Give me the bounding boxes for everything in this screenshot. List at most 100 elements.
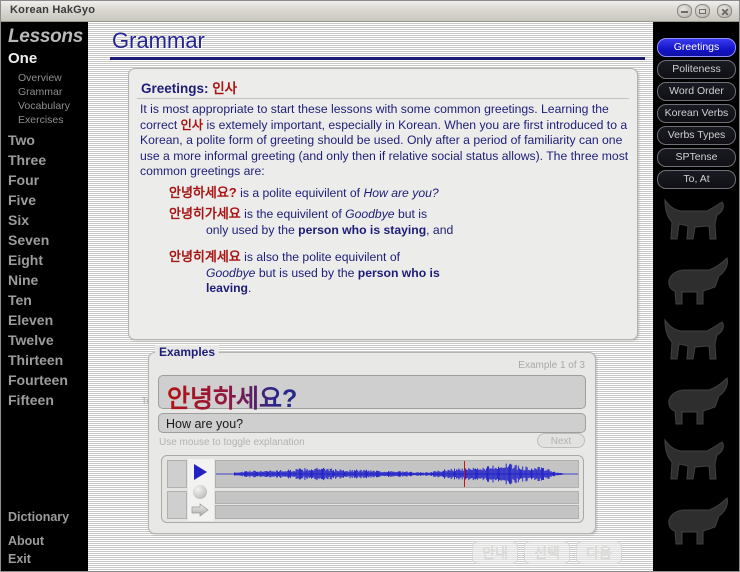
sidebar-item-lesson-ten[interactable]: Ten xyxy=(8,292,32,308)
grammar-heading-en: Greetings: xyxy=(141,81,213,96)
sidebar-item-lesson-six[interactable]: Six xyxy=(8,212,29,228)
grammar-example-2-italic: Goodbye xyxy=(345,207,395,221)
sidebar-item-lesson-thirteen[interactable]: Thirteen xyxy=(8,352,63,368)
waveform-track-2[interactable] xyxy=(215,491,579,504)
fast-forward-icon[interactable] xyxy=(191,503,209,517)
sidebar-subitem-grammar[interactable]: Grammar xyxy=(18,86,62,98)
grammar-example-2-line2-before: only used by the xyxy=(206,222,299,237)
grammar-heading: Greetings: 인사 xyxy=(141,77,237,97)
sidebar-item-lesson-eight[interactable]: Eight xyxy=(8,252,43,268)
example-counter: Example 1 of 3 xyxy=(518,360,585,371)
examples-panel: Example 1 of 3 안녕하세요? How are you? Use m… xyxy=(148,352,596,534)
page-title: Grammar xyxy=(112,28,205,53)
grammar-example-2-line2: only used by the person who is staying, … xyxy=(169,223,629,239)
nav-button-word-order[interactable]: Word Order xyxy=(657,82,736,101)
left-sidebar: Lessons One Overview Grammar Vocabulary … xyxy=(0,22,88,572)
grammar-example-1-korean: 안녕하세요? xyxy=(169,185,237,200)
grammar-example-2-line2-after: , and xyxy=(426,222,454,237)
sidebar-subitem-vocabulary[interactable]: Vocabulary xyxy=(18,100,70,112)
grammar-paragraph-part2: is extemely important, especially in Kor… xyxy=(140,117,629,179)
nav-button-korean-verbs[interactable]: Korean Verbs xyxy=(657,104,736,123)
guide-button[interactable]: 안내 xyxy=(472,541,518,564)
select-button[interactable]: 선택 xyxy=(524,541,570,564)
leopard-decoration-icon xyxy=(659,314,733,372)
leopard-decoration-icon xyxy=(659,194,733,252)
waveform-display[interactable] xyxy=(215,460,579,488)
grammar-example-2: 안녕히가세요 is the equivilent of Goodbye but … xyxy=(169,206,629,238)
grammar-example-3-text: is also the polite equivilent of xyxy=(240,250,400,264)
grammar-example-2-after: but is xyxy=(394,207,428,221)
sidebar-item-lesson-twelve[interactable]: Twelve xyxy=(8,332,54,348)
sidebar-item-lesson-three[interactable]: Three xyxy=(8,152,46,168)
grammar-panel: Greetings: 인사 It is most appropriate to … xyxy=(128,68,638,407)
example-korean-box[interactable]: 안녕하세요? xyxy=(158,375,586,413)
next-button[interactable]: 다음 xyxy=(576,541,622,564)
leopard-decoration-icon xyxy=(659,254,733,312)
waveform-graphic xyxy=(216,463,578,485)
sidebar-item-lesson-seven[interactable]: Seven xyxy=(8,232,49,248)
nav-button-sptense[interactable]: SPTense xyxy=(657,148,736,167)
right-nav-panel: Greetings Politeness Word Order Korean V… xyxy=(653,22,740,572)
grammar-heading-divider xyxy=(137,98,629,99)
sidebar-item-lesson-two[interactable]: Two xyxy=(8,132,35,148)
sidebar-item-lesson-one[interactable]: One xyxy=(8,50,37,67)
example-hint-text: Use mouse to toggle explanation xyxy=(159,437,305,448)
grammar-paragraph: It is most appropriate to start these le… xyxy=(140,102,632,180)
nav-button-greetings[interactable]: Greetings xyxy=(657,38,736,57)
close-icon[interactable] xyxy=(717,4,732,18)
nav-button-to-at[interactable]: To, At xyxy=(657,170,736,189)
leopard-decoration-icon xyxy=(659,494,733,552)
sidebar-subitem-exercises[interactable]: Exercises xyxy=(18,114,64,126)
leopard-decoration-icon xyxy=(659,374,733,432)
next-example-button[interactable]: Next xyxy=(537,433,585,448)
sidebar-item-lesson-fifteen[interactable]: Fifteen xyxy=(8,392,54,408)
sidebar-heading: Lessons xyxy=(8,26,83,47)
grammar-example-3-line3-after: . xyxy=(248,281,252,296)
play-icon[interactable] xyxy=(194,464,207,480)
grammar-paragraph-korean: 인사 xyxy=(180,117,204,132)
record-icon[interactable] xyxy=(193,485,207,499)
grammar-example-1-italic: How are you? xyxy=(363,186,439,200)
sidebar-subitem-overview[interactable]: Overview xyxy=(18,72,62,84)
sidebar-item-lesson-four[interactable]: Four xyxy=(8,172,39,188)
grammar-example-2-korean: 안녕히가세요 xyxy=(169,206,241,221)
grammar-example-2-text: is the equivilent of xyxy=(240,207,346,221)
grammar-example-1: 안녕하세요? is a polite equivilent of How are… xyxy=(169,185,629,202)
grammar-example-1-text: is a polite equivilent of xyxy=(236,186,364,200)
sidebar-item-lesson-fourteen[interactable]: Fourteen xyxy=(8,372,68,388)
sidebar-item-exit[interactable]: Exit xyxy=(8,552,31,566)
sidebar-item-lesson-eleven[interactable]: Eleven xyxy=(8,312,53,328)
playhead-marker[interactable] xyxy=(464,461,465,487)
minimize-icon[interactable] xyxy=(677,4,692,18)
example-english-text: How are you? xyxy=(166,416,244,431)
maximize-icon[interactable] xyxy=(695,4,710,18)
sidebar-item-about[interactable]: About xyxy=(8,534,44,548)
grammar-example-3-line2-bold: person who is xyxy=(357,265,440,280)
sidebar-item-lesson-five[interactable]: Five xyxy=(8,192,36,208)
audio-player xyxy=(161,455,584,523)
sidebar-item-lesson-nine[interactable]: Nine xyxy=(8,272,38,288)
example-korean-text: 안녕하세요? xyxy=(167,379,297,415)
examples-panel-label: Examples xyxy=(155,345,220,359)
grammar-example-3-line2: Goodbye but is used by the person who is xyxy=(169,266,629,282)
grammar-heading-kr: 인사 xyxy=(212,81,238,96)
application-window: Korean HakGyo Lessons One Overview Gramm… xyxy=(0,0,740,572)
title-bar: Korean HakGyo xyxy=(0,0,740,22)
window-title: Korean HakGyo xyxy=(10,4,96,16)
title-divider xyxy=(110,57,645,60)
player-left-cell-bottom xyxy=(167,491,187,519)
example-english-box[interactable]: How are you? xyxy=(158,413,586,433)
grammar-example-3-line2-italic: Goodbye xyxy=(206,265,256,280)
grammar-example-2-line2-bold: person who is staying xyxy=(298,222,427,237)
grammar-example-3-line2-mid: but is used by the xyxy=(255,265,358,280)
waveform-track-3[interactable] xyxy=(215,505,579,519)
sidebar-item-dictionary[interactable]: Dictionary xyxy=(8,510,69,524)
leopard-decoration-icon xyxy=(659,434,733,492)
grammar-example-3-line3-bold: leaving xyxy=(206,281,248,296)
grammar-example-3-korean: 안녕히계세요 xyxy=(169,249,241,264)
nav-button-politeness[interactable]: Politeness xyxy=(657,60,736,79)
nav-button-verbs-types[interactable]: Verbs Types xyxy=(657,126,736,145)
grammar-example-3: 안녕히계세요 is also the polite equivilent of … xyxy=(169,249,629,297)
player-left-cell-top xyxy=(167,460,187,488)
grammar-example-3-line3: leaving. xyxy=(169,281,629,297)
